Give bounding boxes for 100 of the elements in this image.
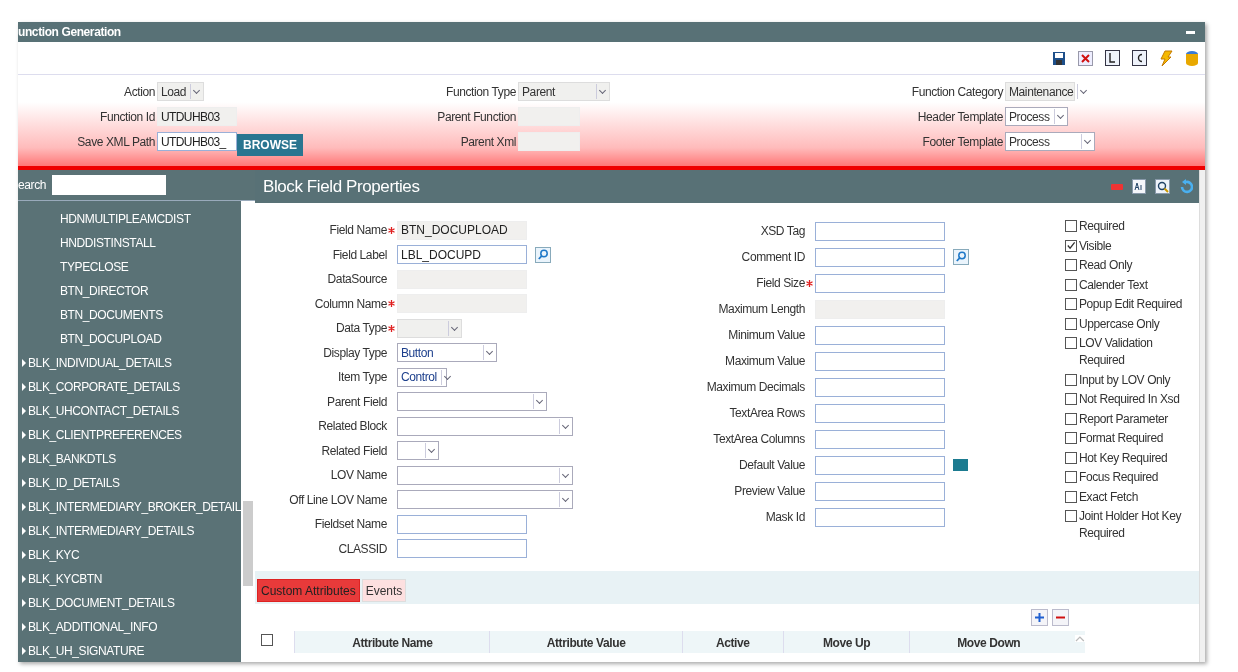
checkbox[interactable] <box>1064 471 1077 483</box>
checkbox[interactable] <box>1064 510 1077 522</box>
tree-item[interactable]: BLK_BANKDTLS <box>28 452 116 466</box>
input-field[interactable]: UTDUHB03_ <box>157 132 237 151</box>
expand-arrow-icon[interactable] <box>22 479 26 487</box>
color-swatch[interactable] <box>952 459 968 471</box>
search-field[interactable] <box>52 175 167 195</box>
checkbox[interactable] <box>1064 220 1077 232</box>
tree-item[interactable]: BLK_ID_DETAILS <box>28 476 120 490</box>
checkbox-label: Joint Holder Hot Key Required <box>1078 508 1183 542</box>
checkbox-label: Hot Key Required <box>1078 449 1169 467</box>
tree-item[interactable]: BTN_DOCUPLOAD <box>18 327 241 351</box>
expand-arrow-icon[interactable] <box>22 407 26 415</box>
checkbox[interactable] <box>1064 298 1077 310</box>
input-field[interactable] <box>814 377 945 397</box>
tree-item[interactable]: BTN_DOCUMENTS <box>18 303 241 327</box>
tree-item[interactable]: TYPECLOSE <box>18 255 241 279</box>
checkbox[interactable] <box>1064 451 1077 464</box>
input-field[interactable] <box>814 221 945 241</box>
input-field[interactable] <box>814 455 945 475</box>
save-icon[interactable] <box>1052 50 1066 66</box>
input-field[interactable] <box>814 351 945 371</box>
column-header: Attribute Value <box>489 631 682 653</box>
window-title: unction Generation <box>18 25 121 39</box>
search-icon[interactable] <box>534 246 551 263</box>
checkbox-label: Read Only <box>1078 257 1134 274</box>
expand-arrow-icon[interactable] <box>22 623 26 631</box>
input-field[interactable] <box>814 403 945 423</box>
expand-arrow-icon[interactable] <box>22 527 26 535</box>
checkbox-label: Calender Text <box>1078 276 1149 294</box>
panel-title: Block Field Properties <box>262 176 420 197</box>
browse-button[interactable]: BROWSE <box>237 133 303 156</box>
minimize-icon[interactable] <box>1186 30 1195 34</box>
add-button[interactable] <box>1030 609 1048 626</box>
dropdown[interactable]: Process <box>1005 132 1095 151</box>
expand-arrow-icon[interactable] <box>22 455 26 463</box>
input-field[interactable] <box>396 514 527 534</box>
expand-arrow-icon[interactable] <box>22 503 26 511</box>
lightning-icon[interactable] <box>1159 49 1173 67</box>
field-label: Header Template <box>916 109 1003 124</box>
dropdown[interactable]: Process <box>1005 107 1068 126</box>
scrollbar[interactable] <box>1198 170 1205 662</box>
tree-item[interactable]: BLK_KYC <box>28 548 80 562</box>
l-letter-icon[interactable] <box>1105 50 1120 66</box>
expand-arrow-icon[interactable] <box>22 575 26 583</box>
database-icon[interactable] <box>1185 49 1199 67</box>
tree-item[interactable]: BLK_UH_SIGNATURE <box>28 644 145 658</box>
checkbox[interactable] <box>1064 317 1077 330</box>
tree-item[interactable]: BTN_DIRECTOR <box>18 279 241 303</box>
scrollbar[interactable] <box>240 201 255 662</box>
tree-item[interactable]: BLK_UHCONTACT_DETAILS <box>28 404 180 418</box>
tree-item[interactable]: BLK_INTERMEDIARY_DETAILS <box>28 524 194 538</box>
expand-arrow-icon[interactable] <box>22 647 26 655</box>
tree-item[interactable]: BLK_CLIENTPREFERENCES <box>28 428 182 442</box>
input-field[interactable] <box>814 481 945 501</box>
search-icon[interactable] <box>952 249 969 265</box>
expand-arrow-icon[interactable] <box>22 431 26 439</box>
preview-icon[interactable] <box>1154 179 1170 194</box>
input-field[interactable] <box>814 325 945 345</box>
checkbox[interactable] <box>1064 373 1077 386</box>
field-label: Related Block <box>317 419 387 434</box>
input-field[interactable] <box>396 539 527 559</box>
input-field[interactable] <box>814 247 945 267</box>
dropdown[interactable]: Button <box>396 343 497 363</box>
checkbox[interactable] <box>1064 490 1077 503</box>
input-field[interactable] <box>814 429 945 449</box>
close-icon[interactable] <box>1078 50 1093 66</box>
field-label: TextArea Columns <box>712 432 805 446</box>
input-field[interactable]: LBL_DOCUPD <box>396 245 527 265</box>
column-header: Move Up <box>782 631 910 653</box>
field-label: Minimum Value <box>727 328 805 342</box>
expand-arrow-icon[interactable] <box>22 551 26 559</box>
tree-item[interactable]: HNDDISTINSTALL <box>18 231 241 255</box>
checkbox[interactable] <box>1064 259 1077 271</box>
checkbox[interactable] <box>1064 337 1077 349</box>
tree-item[interactable]: BLK_CORPORATE_DETAILS <box>28 380 180 394</box>
expand-arrow-icon[interactable] <box>22 599 26 607</box>
remove-button[interactable] <box>1051 609 1069 626</box>
select-all-checkbox[interactable] <box>260 634 273 646</box>
tab[interactable]: Custom Attributes <box>256 579 360 602</box>
field-label: Mask Id <box>764 510 805 524</box>
tree-item[interactable]: BLK_INDIVIDUAL_DETAILS <box>28 356 172 370</box>
tree-item[interactable]: BLK_DOCUMENT_DETAILS <box>28 596 175 610</box>
tab[interactable]: Events <box>361 579 407 602</box>
expand-arrow-icon[interactable] <box>22 359 26 367</box>
checkbox[interactable] <box>1064 432 1077 444</box>
tree-item[interactable]: BLK_KYCBTN <box>28 572 103 586</box>
expand-arrow-icon[interactable] <box>22 383 26 391</box>
c-letter-icon[interactable] <box>1132 50 1147 66</box>
checkbox[interactable] <box>1064 278 1077 291</box>
tree-item[interactable]: BLK_ADDITIONAL_INFO <box>28 620 158 634</box>
tree-item[interactable]: BLK_INTERMEDIARY_BROKER_DETAIL <box>28 500 241 514</box>
input-field[interactable] <box>814 507 945 527</box>
document-icon[interactable] <box>1131 179 1146 194</box>
checkbox[interactable] <box>1064 412 1077 425</box>
input-field[interactable] <box>814 273 945 293</box>
checkbox[interactable] <box>1064 239 1077 252</box>
tree-item[interactable]: HDNMULTIPLEAMCDIST <box>18 207 241 231</box>
checkbox[interactable] <box>1064 393 1077 405</box>
field-label: Function Id <box>99 109 155 124</box>
